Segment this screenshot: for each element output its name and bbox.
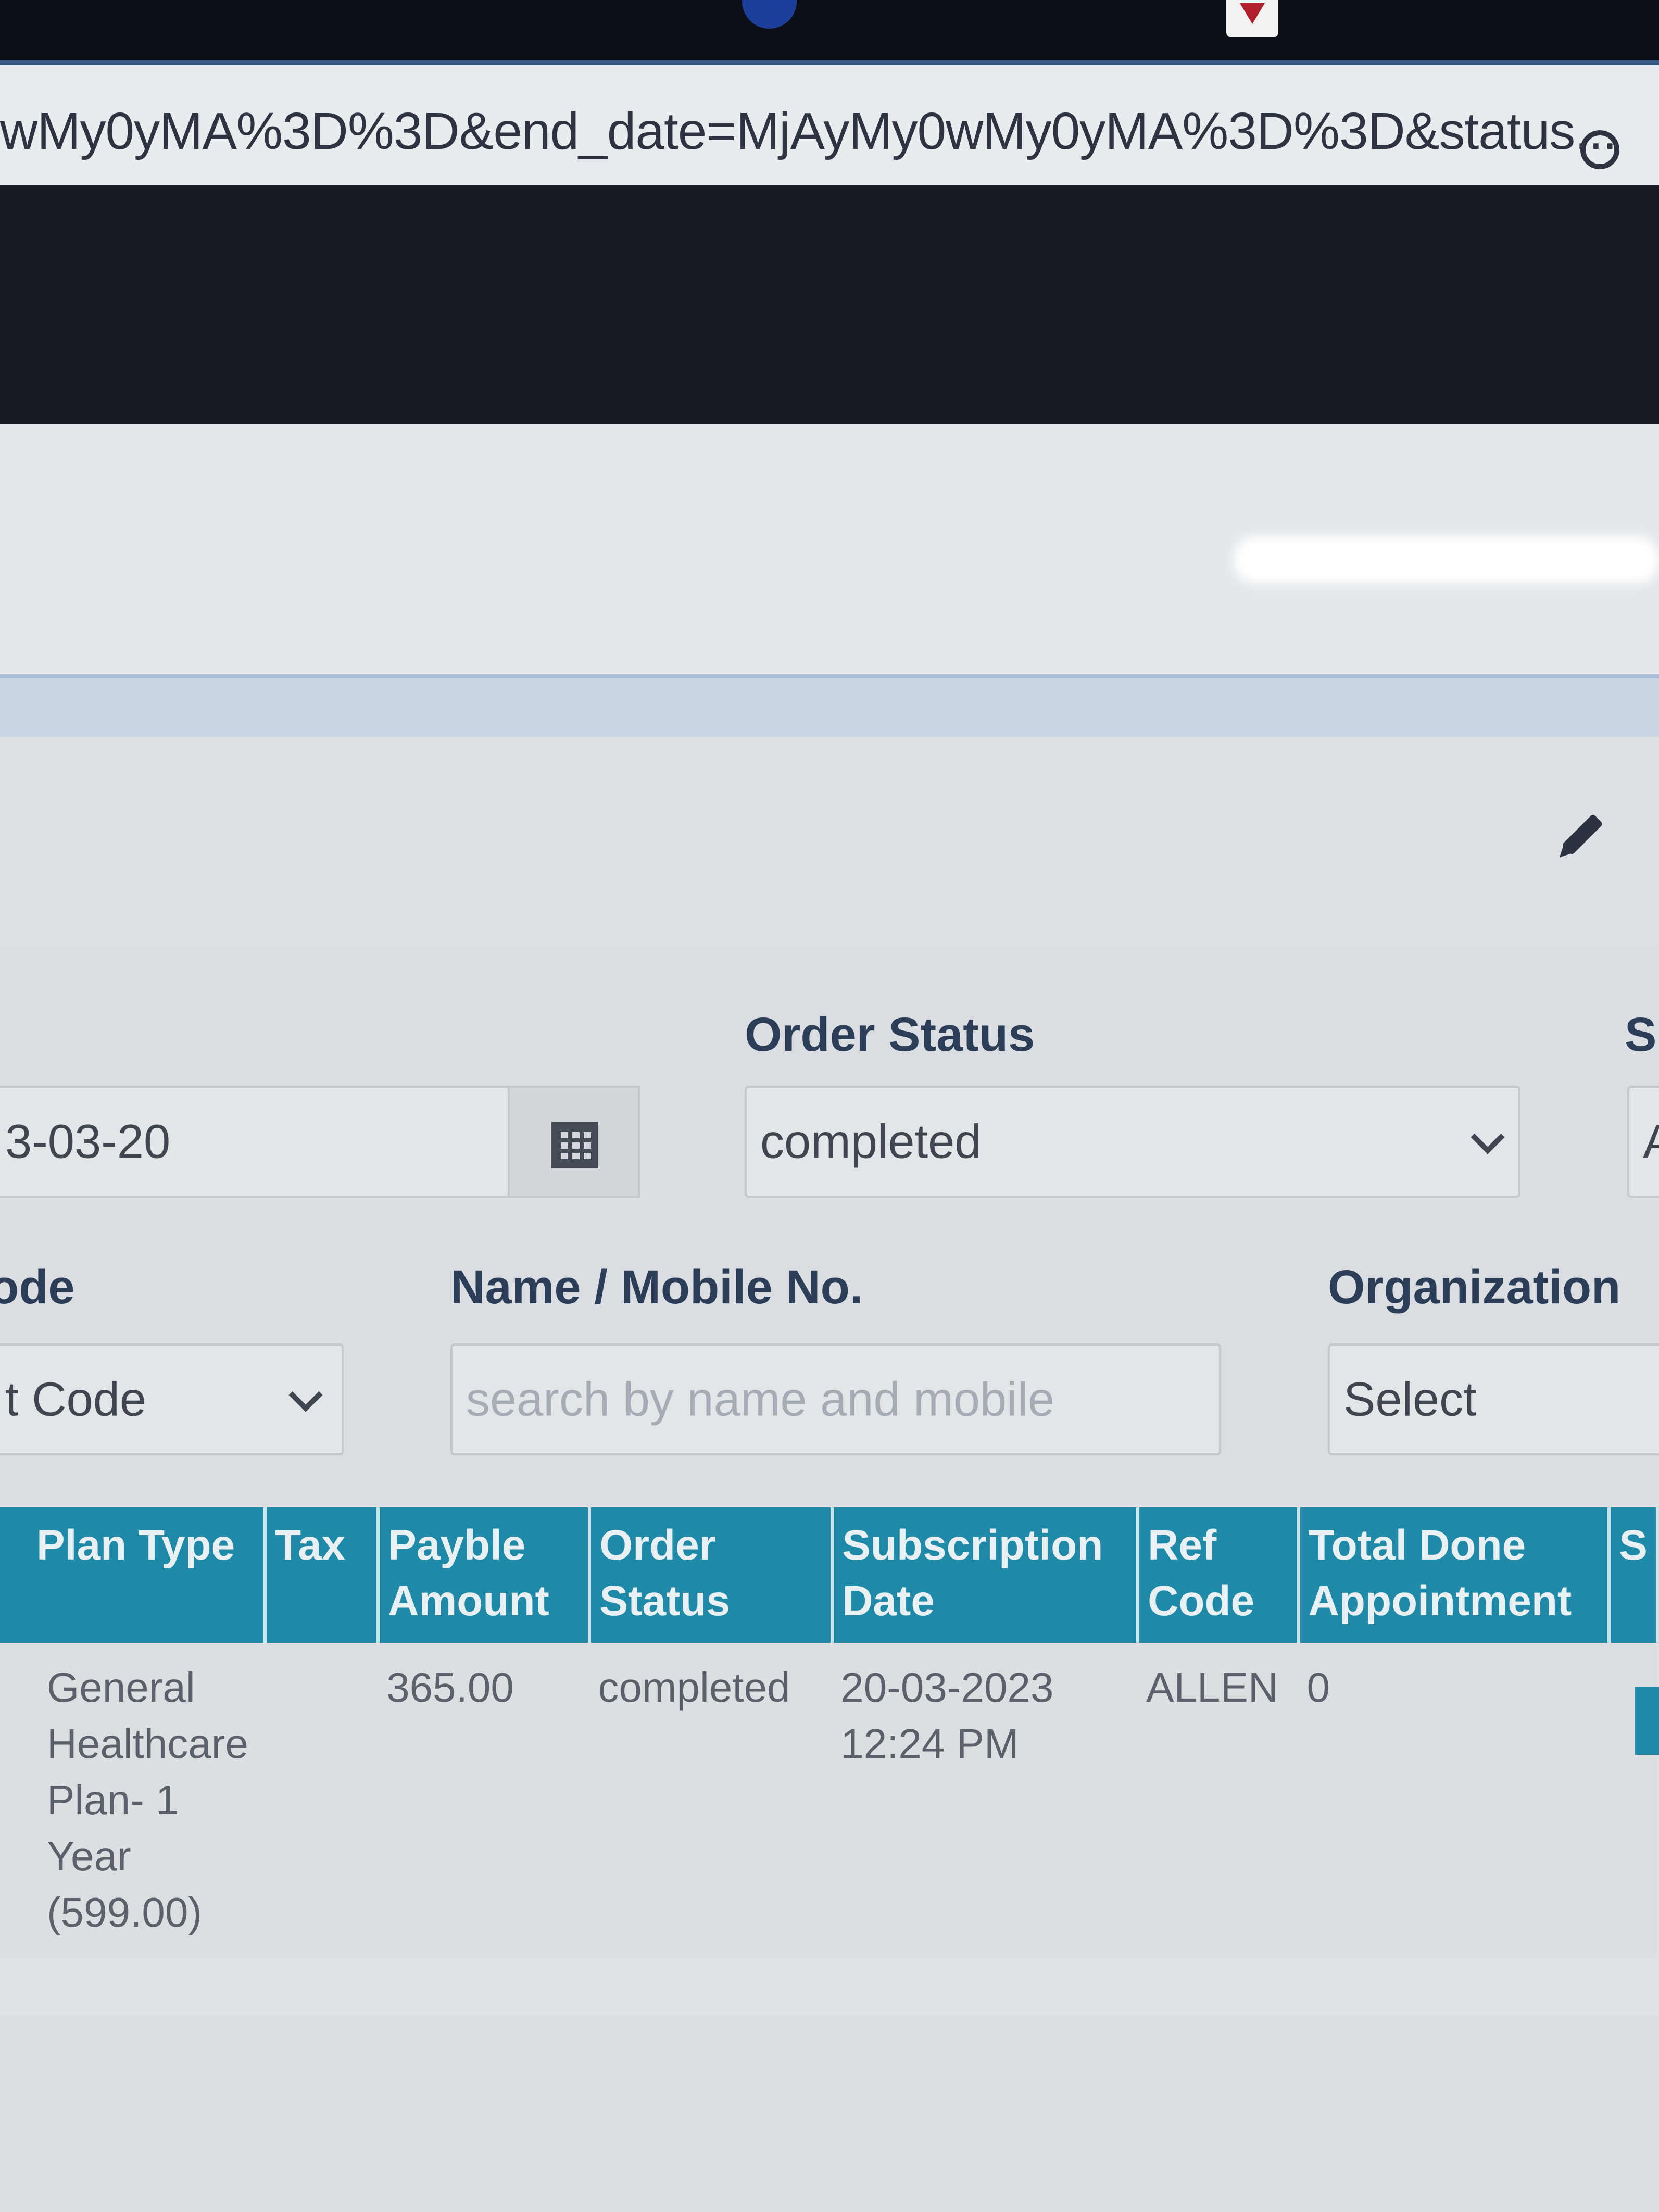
url-text: wMy0yMA%3D%3D&end_date=MjAyMy0wMy0yMA%3D… [0, 102, 1617, 160]
organization-label: Organization [1328, 1261, 1621, 1314]
s-label: S [1625, 1008, 1657, 1061]
column-header-order-status[interactable]: Order Status [589, 1507, 834, 1643]
screen-glare [1234, 536, 1659, 583]
column-header-payable-amount[interactable]: Payble Amount [378, 1507, 592, 1643]
toolbar-dark-band [0, 185, 1659, 424]
column-header-tax[interactable]: Tax [265, 1507, 380, 1643]
organization-select-value: Select [1343, 1373, 1477, 1426]
orders-table: Plan Type Tax Payble Amount Order Status S… [0, 1507, 1659, 1957]
cell-payable-amount: 365.00 [378, 1643, 590, 1957]
cell-tax [265, 1643, 379, 1957]
column-header-ref-code[interactable]: Ref Code [1138, 1507, 1300, 1643]
panel-header [0, 737, 1659, 947]
chevron-down-icon [288, 1378, 323, 1412]
column-header-plan-type[interactable]: Plan Type [0, 1507, 267, 1643]
address-bar[interactable]: wMy0yMA%3D%3D&end_date=MjAyMy0wMy0yMA%3D… [0, 60, 1659, 185]
browser-profile-icon[interactable] [742, 0, 797, 29]
code-select[interactable]: t Code [0, 1343, 344, 1455]
column-header-subscription-date[interactable]: Subscription Date [832, 1507, 1140, 1643]
extension-icon[interactable] [1226, 0, 1278, 37]
s-select-value: A [1643, 1115, 1659, 1168]
cell-plan-type: General Healthcare Plan- 1 Year (599.00) [0, 1643, 265, 1957]
column-header-total-done-appointment[interactable]: Total Done Appointment [1298, 1507, 1611, 1643]
order-status-label: Order Status [745, 1008, 1035, 1061]
column-header-s[interactable]: S [1609, 1507, 1659, 1643]
table-header-row: Plan Type Tax Payble Amount Order Status S… [0, 1507, 1659, 1643]
search-placeholder: search by name and mobile [466, 1373, 1055, 1426]
reload-icon[interactable] [1580, 130, 1619, 169]
browser-top-bar [0, 0, 1659, 60]
search-input[interactable]: search by name and mobile [450, 1343, 1221, 1455]
cell-total-done-appointment: 0 [1298, 1643, 1610, 1957]
nav-strip [0, 674, 1659, 741]
cell-order-status: completed [589, 1643, 833, 1957]
date-value: 3-03-20 [5, 1115, 171, 1168]
name-mobile-label: Name / Mobile No. [450, 1261, 863, 1314]
date-input[interactable]: 3-03-20 [0, 1086, 510, 1198]
code-label: ode [0, 1261, 75, 1314]
chevron-down-icon [1471, 1120, 1505, 1154]
calendar-button[interactable] [508, 1086, 640, 1198]
code-select-value: t Code [5, 1373, 147, 1426]
order-status-value: completed [760, 1115, 982, 1168]
table-row: General Healthcare Plan- 1 Year (599.00)… [0, 1643, 1657, 1957]
cell-subscription-date: 20-03-2023 12:24 PM [832, 1643, 1138, 1957]
cell-ref-code: ALLEN [1138, 1643, 1299, 1957]
row-action-button[interactable] [1635, 1687, 1659, 1755]
order-status-select[interactable]: completed [745, 1086, 1520, 1198]
calendar-icon [551, 1122, 598, 1168]
page-bottom [0, 2015, 1659, 2212]
s-select[interactable]: A [1627, 1086, 1659, 1198]
organization-select[interactable]: Select [1328, 1343, 1659, 1455]
